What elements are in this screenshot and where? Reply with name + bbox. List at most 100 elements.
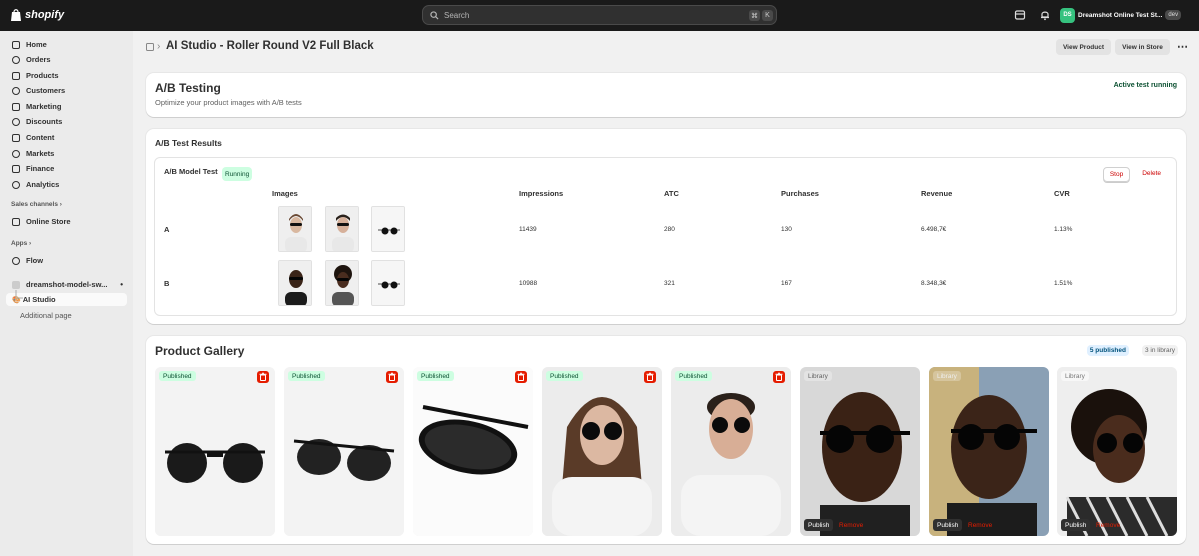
variant-a-image-1 bbox=[278, 206, 312, 252]
ab-testing-title: A/B Testing bbox=[155, 81, 221, 95]
gallery-title: Product Gallery bbox=[155, 344, 245, 358]
bell-icon[interactable] bbox=[1039, 9, 1051, 21]
apps-heading[interactable]: Apps › bbox=[11, 240, 31, 247]
view-in-store-button[interactable]: View in Store bbox=[1115, 39, 1170, 55]
gallery-item[interactable]: Published bbox=[542, 367, 662, 536]
more-actions-icon[interactable]: ⋯ bbox=[1177, 40, 1189, 53]
published-badge: Published bbox=[546, 371, 583, 381]
gallery-item[interactable]: Library Publish Remove bbox=[929, 367, 1049, 536]
view-product-button[interactable]: View Product bbox=[1056, 39, 1111, 55]
sales-channels-heading[interactable]: Sales channels › bbox=[11, 201, 62, 208]
gallery-item[interactable]: Published bbox=[284, 367, 404, 536]
trash-icon[interactable] bbox=[257, 371, 269, 383]
flow-icon bbox=[12, 256, 20, 265]
sidebar-item-label: Discounts bbox=[26, 117, 63, 126]
sidebar-item-label: Products bbox=[26, 71, 59, 80]
tree-connector bbox=[15, 290, 23, 299]
published-badge: Published bbox=[159, 371, 196, 381]
running-badge: Running bbox=[222, 167, 253, 181]
trash-icon[interactable] bbox=[773, 371, 785, 383]
sidebar-item-products[interactable]: Products bbox=[6, 69, 127, 82]
content-icon bbox=[12, 133, 20, 142]
shopify-logo[interactable]: shopify bbox=[10, 8, 64, 22]
sidebar-item-label: AI Studio bbox=[22, 295, 56, 304]
publish-button[interactable]: Publish bbox=[933, 519, 963, 531]
sidebar-item-orders[interactable]: Orders bbox=[6, 53, 127, 66]
ab-testing-subtitle: Optimize your product images with A/B te… bbox=[155, 98, 302, 107]
discount-icon bbox=[12, 117, 20, 126]
sidebar-item-marketing[interactable]: Marketing bbox=[6, 100, 127, 113]
published-badge: Published bbox=[417, 371, 454, 381]
remove-button[interactable]: Remove bbox=[968, 522, 992, 529]
cvr-value: 1.51% bbox=[1054, 280, 1073, 287]
shortcut-cmd-key: ⌘ bbox=[749, 10, 760, 21]
stop-button[interactable]: Stop bbox=[1103, 167, 1130, 182]
publish-button[interactable]: Publish bbox=[1061, 519, 1091, 531]
impressions-value: 10988 bbox=[519, 280, 538, 287]
sidebar-item-flow[interactable]: Flow bbox=[6, 254, 127, 267]
top-bar: shopify Search ⌘ K DS Dreamshot Online T… bbox=[0, 0, 1199, 31]
sidebar-item-label: Analytics bbox=[26, 180, 60, 189]
col-cvr: CVR bbox=[1054, 189, 1070, 198]
sidebar-item-label: Flow bbox=[26, 256, 44, 265]
bank-icon bbox=[12, 164, 20, 173]
sidebar-item-label: Home bbox=[26, 40, 47, 49]
sidebar-item-analytics[interactable]: Analytics bbox=[6, 178, 127, 191]
sidebar-item-app[interactable]: dreamshot-model-sw... • bbox=[6, 278, 127, 291]
ab-results-card: A/B Test Results A/B Model Test Running … bbox=[146, 129, 1186, 324]
gallery-item[interactable]: Published bbox=[155, 367, 275, 536]
sidebar-item-ai-studio[interactable]: 🎨 AI Studio bbox=[6, 293, 127, 306]
sidebar-item-label: Content bbox=[26, 133, 55, 142]
sidebar-item-customers[interactable]: Customers bbox=[6, 84, 127, 97]
gallery-item[interactable]: Library Publish Remove bbox=[800, 367, 920, 536]
home-icon bbox=[12, 40, 20, 49]
sidebar-item-content[interactable]: Content bbox=[6, 131, 127, 144]
search-bar[interactable]: Search ⌘ K bbox=[422, 5, 777, 25]
tag-icon bbox=[12, 71, 20, 80]
col-revenue: Revenue bbox=[921, 189, 953, 198]
store-icon[interactable] bbox=[1014, 9, 1026, 21]
gallery-item[interactable]: Published bbox=[671, 367, 791, 536]
library-badge: Library bbox=[1061, 371, 1089, 381]
trash-icon[interactable] bbox=[386, 371, 398, 383]
sidebar-item-markets[interactable]: Markets bbox=[6, 147, 127, 160]
variant-b-image-1 bbox=[278, 260, 312, 306]
store-avatar: DS bbox=[1060, 7, 1075, 23]
sidebar-item-additional-page[interactable]: Additional page bbox=[6, 309, 127, 322]
remove-button[interactable]: Remove bbox=[839, 522, 863, 529]
search-icon bbox=[430, 10, 439, 20]
apps-label: Apps bbox=[11, 240, 28, 247]
gallery-item[interactable]: Library Publish Remove bbox=[1057, 367, 1177, 536]
test-name: A/B Model Test bbox=[164, 167, 218, 176]
breadcrumb-icon[interactable] bbox=[146, 43, 154, 51]
sales-channels-label: Sales channels bbox=[11, 201, 58, 208]
variant-a-image-2 bbox=[325, 206, 359, 252]
store-name: Dreamshot Online Test St... bbox=[1078, 11, 1163, 19]
ab-testing-card: A/B Testing Optimize your product images… bbox=[146, 73, 1186, 117]
sidebar-item-home[interactable]: Home bbox=[6, 38, 127, 51]
trash-icon[interactable] bbox=[644, 371, 656, 383]
col-impressions: Impressions bbox=[519, 189, 564, 198]
atc-value: 280 bbox=[664, 226, 675, 233]
sidebar-item-discounts[interactable]: Discounts bbox=[6, 115, 127, 128]
sidebar-item-finance[interactable]: Finance bbox=[6, 162, 127, 175]
product-image bbox=[1057, 367, 1177, 536]
active-test-status: Active test running bbox=[1113, 82, 1177, 89]
store-switcher[interactable]: DS Dreamshot Online Test St... dev bbox=[1060, 6, 1182, 24]
sidebar-item-label: Finance bbox=[26, 164, 55, 173]
orders-icon bbox=[12, 55, 20, 64]
published-badge: Published bbox=[675, 371, 712, 381]
app-more-icon[interactable]: • bbox=[120, 280, 123, 289]
col-purchases: Purchases bbox=[781, 189, 819, 198]
delete-button[interactable]: Delete bbox=[1142, 170, 1161, 177]
online-store-icon bbox=[12, 217, 20, 226]
publish-button[interactable]: Publish bbox=[804, 519, 834, 531]
person-icon bbox=[12, 86, 20, 95]
dev-badge: dev bbox=[1165, 10, 1182, 20]
gallery-item[interactable]: Published bbox=[413, 367, 533, 536]
product-image bbox=[413, 367, 533, 536]
trash-icon[interactable] bbox=[515, 371, 527, 383]
remove-button[interactable]: Remove bbox=[1096, 522, 1120, 529]
sidebar-item-online-store[interactable]: Online Store bbox=[6, 215, 127, 228]
published-count-badge: 5 published bbox=[1086, 345, 1129, 356]
